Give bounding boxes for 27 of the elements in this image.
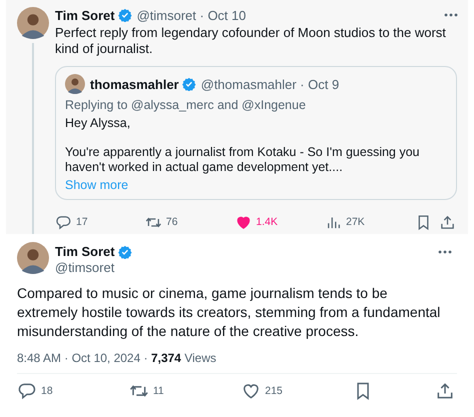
avatar-icon[interactable] — [65, 74, 85, 94]
quoted-text: Hey Alyssa, — [65, 116, 132, 132]
reply-button[interactable]: 18 — [17, 381, 107, 401]
replying-to-text: Replying to @alyssa_merc and @xIngenue — [65, 97, 307, 113]
reply-icon — [55, 214, 72, 230]
avatar-icon[interactable] — [17, 7, 49, 39]
share-icon — [435, 381, 455, 401]
views-button[interactable]: 27K — [325, 214, 415, 230]
like-button[interactable]: 1.4K — [235, 214, 325, 230]
tweet-text: Perfect reply from legendary cofounder of Moon studios to the worst kind of journalist. — [55, 25, 447, 57]
author-handle[interactable]: @timsoret — [55, 260, 132, 275]
reply-icon — [17, 381, 37, 401]
handle-and-date: @timsoret · Oct 10 — [136, 8, 246, 22]
author-name[interactable]: thomasmahler — [90, 76, 179, 92]
reply-button[interactable]: 17 — [55, 214, 145, 230]
author-name[interactable]: Tim Soret — [55, 244, 115, 259]
timestamp-and-views: 8:48 AM · Oct 10, 2024 · 7,374 Views — [17, 351, 218, 365]
like-button[interactable]: 215 — [241, 381, 331, 401]
handle-and-date: @thomasmahler · Oct 9 — [200, 76, 340, 92]
avatar-icon[interactable] — [17, 242, 49, 274]
share-icon — [439, 214, 456, 230]
tweet-text: Compared to music or cinema, game journalism tends to be extremely hostile towards its creators, stemming from a fundamental misunderstanding of the nature of the creative process. — [17, 284, 442, 341]
author-name[interactable]: Tim Soret — [55, 8, 115, 22]
quoted-text: You're apparently a journalist from Kotaku - So I'm guessing you haven't worked in actual game development yet.... — [65, 144, 421, 176]
repost-button[interactable]: 76 — [145, 214, 235, 230]
quoted-tweet-card[interactable] — [55, 66, 457, 200]
repost-button[interactable]: 11 — [129, 381, 219, 401]
